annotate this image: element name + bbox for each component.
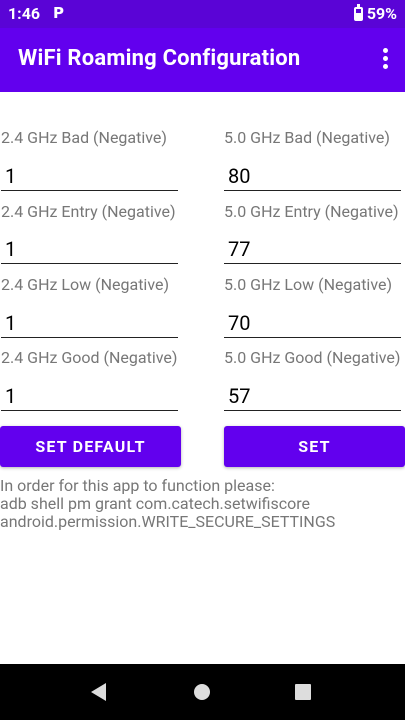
input-24-bad[interactable] [1, 164, 182, 188]
instructions-line-2: adb shell pm grant com.catech.setwifisco… [0, 494, 311, 513]
label-50-low: 5.0 GHz Low (Negative) [224, 275, 393, 294]
app-bar: WiFi Roaming Configuration [0, 28, 405, 92]
label-50-bad: 5.0 GHz Bad (Negative) [224, 128, 390, 147]
label-50-good: 5.0 GHz Good (Negative) [224, 348, 401, 367]
field-24-bad[interactable] [1, 160, 182, 191]
label-50-entry: 5.0 GHz Entry (Negative) [224, 202, 399, 221]
field-24-low[interactable] [1, 307, 182, 338]
input-24-entry[interactable] [1, 237, 182, 261]
input-50-entry[interactable] [224, 237, 405, 261]
status-bar: 1:46 P 59% [0, 0, 405, 28]
app-title: WiFi Roaming Configuration [18, 46, 301, 71]
input-24-low[interactable] [1, 311, 182, 335]
field-50-bad[interactable] [224, 160, 405, 191]
field-24-entry[interactable] [1, 233, 182, 264]
overflow-menu-icon[interactable] [381, 48, 389, 72]
battery-icon [353, 3, 363, 21]
recents-icon[interactable] [295, 684, 311, 700]
field-24-good[interactable] [1, 380, 182, 411]
navigation-bar [0, 664, 405, 720]
status-right: 59% [353, 3, 397, 23]
field-50-low[interactable] [224, 307, 405, 338]
input-50-low[interactable] [224, 311, 405, 335]
instructions-line-1: In order for this app to function please… [0, 476, 275, 495]
field-50-good[interactable] [224, 380, 405, 411]
instructions-line-3: android.permission.WRITE_SECURE_SETTINGS [0, 512, 336, 531]
notification-p-icon: P [53, 4, 64, 22]
back-icon[interactable] [91, 683, 106, 701]
set-default-button[interactable]: SET DEFAULT [0, 426, 181, 467]
label-24-good: 2.4 GHz Good (Negative) [1, 348, 178, 367]
battery-percent: 59% [366, 4, 397, 23]
input-24-good[interactable] [1, 384, 182, 408]
field-50-entry[interactable] [224, 233, 405, 264]
label-24-entry: 2.4 GHz Entry (Negative) [1, 202, 176, 221]
input-50-bad[interactable] [224, 164, 405, 188]
label-24-bad: 2.4 GHz Bad (Negative) [1, 128, 167, 147]
home-icon[interactable] [194, 684, 210, 700]
status-time: 1:46 [8, 4, 41, 23]
set-button[interactable]: SET [224, 426, 405, 467]
input-50-good[interactable] [224, 384, 405, 408]
instructions-text: In order for this app to function please… [0, 477, 405, 531]
label-24-low: 2.4 GHz Low (Negative) [1, 275, 170, 294]
